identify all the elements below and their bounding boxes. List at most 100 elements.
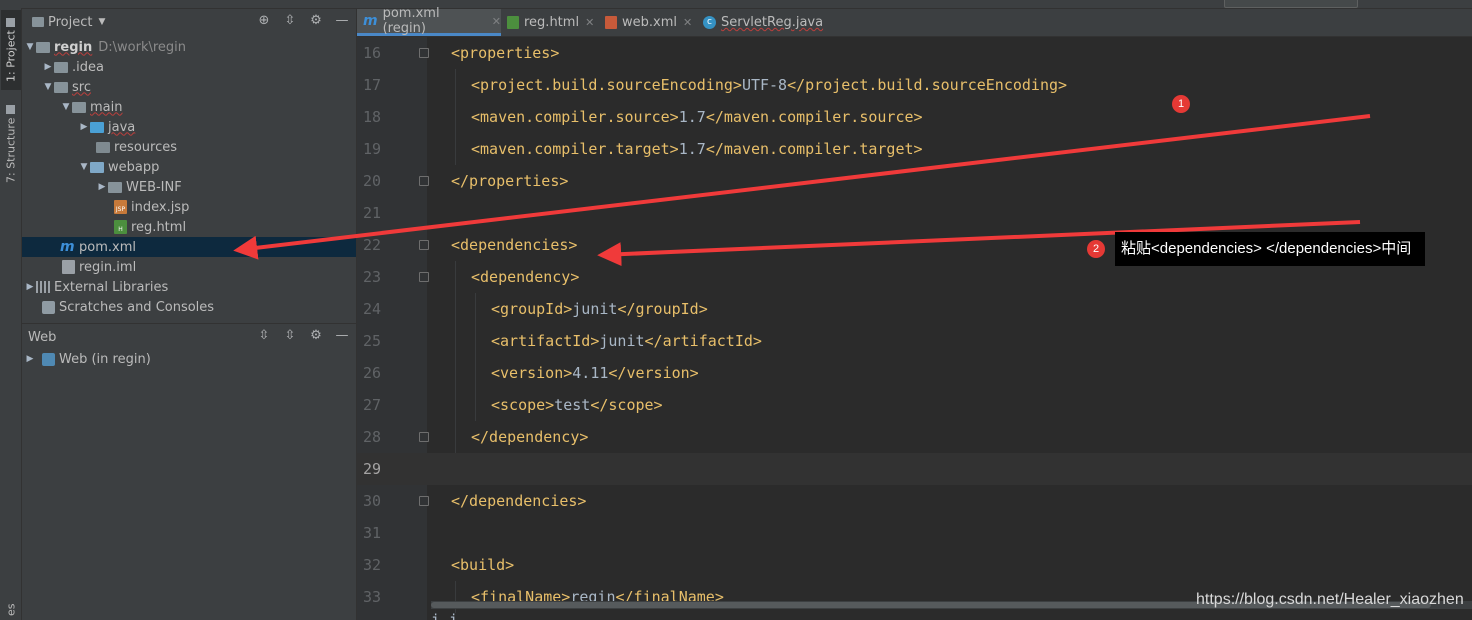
code-text: </dependency> [471, 428, 589, 446]
expanded-arrow-icon[interactable]: ▼ [78, 162, 90, 172]
fold-marker-icon[interactable] [419, 240, 429, 250]
tree-item-external-libraries[interactable]: ▶ External Libraries [22, 277, 356, 297]
code-line[interactable]: 19 <maven.compiler.target>1.7</maven.comp… [357, 133, 1472, 165]
tree-item-reg-html[interactable]: H reg.html [22, 217, 356, 237]
search-everywhere-field[interactable] [1224, 0, 1358, 8]
web-folder-icon [90, 161, 104, 173]
indent-guide [455, 293, 456, 325]
project-tool-tab[interactable]: 1: Project [1, 10, 21, 90]
tree-item-scratches[interactable]: Scratches and Consoles [22, 297, 356, 317]
code-line[interactable]: 32 <build> [357, 549, 1472, 581]
bottom-tool-tab[interactable]: es [1, 600, 21, 620]
code-line[interactable]: 30 </dependencies> [357, 485, 1472, 517]
collapse-all-icon[interactable]: ⇳ [282, 13, 298, 29]
tree-item-idea[interactable]: ▶ .idea [22, 57, 356, 77]
indent-guide [455, 133, 456, 165]
tree-item-main[interactable]: ▼ main [22, 97, 356, 117]
partial-code-line: i i [431, 611, 459, 620]
close-icon[interactable]: ✕ [683, 16, 692, 29]
project-view-icon [32, 17, 44, 27]
tree-item-resources[interactable]: resources [22, 137, 356, 157]
collapsed-arrow-icon[interactable]: ▶ [96, 182, 108, 192]
code-line[interactable]: 16 <properties> [357, 37, 1472, 69]
tab-servletreg-java[interactable]: c ServletReg.java [697, 9, 833, 36]
expanded-arrow-icon[interactable]: ▼ [24, 42, 36, 52]
fold-marker-icon[interactable] [419, 432, 429, 442]
close-icon[interactable]: ✕ [585, 16, 594, 29]
folder-icon [54, 61, 68, 73]
code-line[interactable]: 20 </properties> [357, 165, 1472, 197]
collapsed-arrow-icon[interactable]: ▶ [24, 354, 36, 364]
code-line[interactable]: 24 <groupId>junit</groupId> [357, 293, 1472, 325]
tree-item-webapp[interactable]: ▼ webapp [22, 157, 356, 177]
tab-pom-xml[interactable]: m pom.xml (regin) ✕ [357, 6, 501, 36]
web-panel-title: Web [28, 329, 57, 345]
fold-marker-icon[interactable] [419, 48, 429, 58]
annotation-badge-2: 2 [1087, 240, 1105, 258]
tab-reg-html[interactable]: reg.html ✕ [501, 9, 603, 36]
scratches-icon [42, 300, 55, 314]
collapse-all-icon[interactable]: ⇳ [282, 328, 298, 344]
project-panel-header: Project ▼ ⊕ ⇳ ⚙ — [22, 9, 356, 35]
tab-web-xml[interactable]: web.xml ✕ [599, 9, 701, 36]
fold-marker-icon[interactable] [419, 496, 429, 506]
line-number: 17 [362, 76, 381, 94]
code-line[interactable]: 31 [357, 517, 1472, 549]
collapsed-arrow-icon[interactable]: ▶ [78, 122, 90, 132]
close-icon[interactable]: ✕ [492, 15, 501, 28]
tree-item-regin[interactable]: ▼ regin D:\work\regin [22, 37, 356, 57]
code-line[interactable]: 29 [357, 453, 1472, 485]
code-line[interactable]: 27 <scope>test</scope> [357, 389, 1472, 421]
code-text: <properties> [451, 44, 560, 62]
tree-item-src[interactable]: ▼ src [22, 77, 356, 97]
watermark: https://blog.csdn.net/Healer_xiaozhen [1196, 591, 1464, 608]
code-line[interactable]: 28 </dependency> [357, 421, 1472, 453]
tree-item-index-jsp[interactable]: JSP index.jsp [22, 197, 356, 217]
project-tool-window: Project ▼ ⊕ ⇳ ⚙ — ▼ regin D:\work\regin … [22, 9, 357, 620]
collapsed-arrow-icon[interactable]: ▶ [24, 282, 36, 292]
collapsed-arrow-icon[interactable]: ▶ [42, 62, 54, 72]
expanded-arrow-icon[interactable]: ▼ [60, 102, 72, 112]
locate-icon[interactable]: ⊕ [256, 13, 272, 29]
project-view-selector[interactable]: Project [48, 15, 92, 30]
minimize-icon[interactable]: — [334, 13, 350, 29]
annotation-note: 粘贴<dependencies> </dependencies>中间 [1115, 232, 1426, 266]
code-line[interactable]: 18 <maven.compiler.source>1.7</maven.comp… [357, 101, 1472, 133]
tree-item-regin-iml[interactable]: regin.iml [22, 257, 356, 277]
tree-item-pom-xml[interactable]: m pom.xml [22, 237, 356, 257]
code-line[interactable]: 25 <artifactId>junit</artifactId> [357, 325, 1472, 357]
tree-item-web-inf[interactable]: ▶ WEB-INF [22, 177, 356, 197]
tree-item-java[interactable]: ▶ java [22, 117, 356, 137]
expanded-arrow-icon[interactable]: ▼ [42, 82, 54, 92]
code-editor[interactable]: 16 <properties> 17 <project.build.sourceEnc… [357, 37, 1472, 620]
iml-file-icon [62, 260, 75, 274]
code-text: <maven.compiler.source>1.7</maven.compil… [471, 108, 923, 126]
indent-guide [455, 69, 456, 101]
tree-item-web-in-regin[interactable]: ▶ Web (in regin) [22, 349, 356, 369]
code-line[interactable]: 17 <project.build.sourceEncoding>UTF-8</p… [357, 69, 1472, 101]
line-number: 33 [362, 588, 381, 606]
indent-guide [455, 325, 456, 357]
expand-all-icon[interactable]: ⇳ [256, 328, 272, 344]
code-line[interactable]: 21 [357, 197, 1472, 229]
minimize-icon[interactable]: — [334, 328, 350, 344]
indent-guide [455, 421, 456, 453]
gear-icon[interactable]: ⚙ [308, 328, 324, 344]
fold-marker-icon[interactable] [419, 272, 429, 282]
line-number: 25 [362, 332, 381, 350]
fold-marker-icon[interactable] [419, 176, 429, 186]
library-icon [36, 281, 50, 293]
line-number: 21 [362, 204, 381, 222]
line-number: 32 [362, 556, 381, 574]
jsp-file-icon: JSP [114, 200, 127, 214]
line-number: 28 [362, 428, 381, 446]
chevron-down-icon[interactable]: ▼ [98, 17, 105, 27]
line-number: 24 [362, 300, 381, 318]
class-icon: c [703, 16, 716, 29]
indent-guide [475, 389, 476, 421]
line-number: 27 [362, 396, 381, 414]
code-line[interactable]: 26 <version>4.11</version> [357, 357, 1472, 389]
code-text: <dependencies> [451, 236, 578, 254]
structure-tool-tab[interactable]: 7: Structure [1, 104, 21, 184]
gear-icon[interactable]: ⚙ [308, 13, 324, 29]
